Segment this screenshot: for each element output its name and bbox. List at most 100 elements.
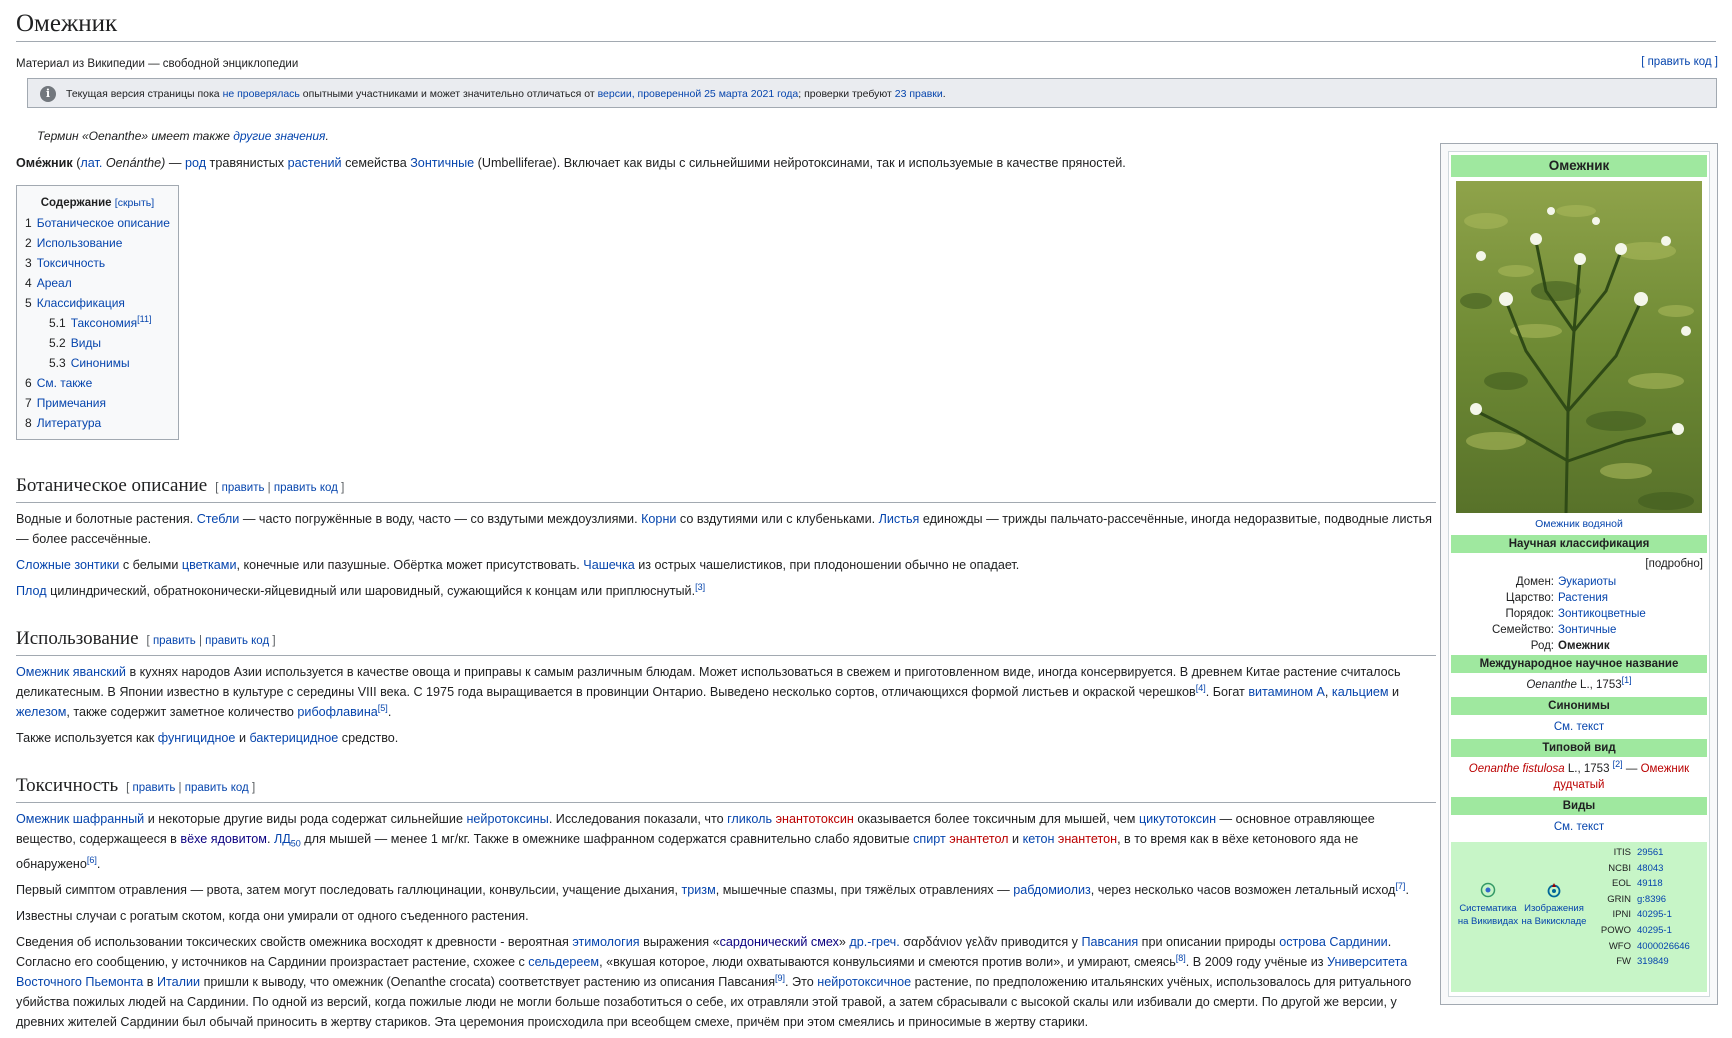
toc-item[interactable]: 5.1 Таксономия[11]: [25, 313, 170, 333]
link-rhabdomyolysis[interactable]: рабдомиолиз: [1013, 883, 1091, 897]
taxon-link[interactable]: Эукариоты: [1558, 574, 1707, 590]
wikispecies-label[interactable]: Систематика на Викивидах: [1458, 903, 1518, 927]
link-roots[interactable]: Корни: [641, 512, 676, 526]
wikispecies-project[interactable]: Систематика на Викивидах: [1453, 882, 1523, 928]
link-lat[interactable]: лат.: [80, 156, 102, 170]
footnote-ref[interactable]: [5]: [378, 703, 388, 713]
link-bactericide[interactable]: бактерицидное: [250, 731, 339, 745]
plant-photo[interactable]: [1456, 181, 1702, 513]
hatnote-link-other-meanings[interactable]: другие значения: [233, 129, 325, 143]
toc-item[interactable]: 5.2 Виды: [25, 333, 170, 353]
footnote-ref[interactable]: [9]: [775, 972, 785, 982]
edit-code-link[interactable]: править код: [205, 635, 269, 647]
toc-link[interactable]: Использование: [37, 236, 123, 250]
ld-text[interactable]: ЛД: [274, 832, 291, 846]
identifier-value[interactable]: 40295-1: [1637, 908, 1699, 924]
toc-item[interactable]: 3 Токсичность: [25, 253, 170, 273]
species-link[interactable]: См. текст: [1554, 821, 1604, 833]
edit-code-link[interactable]: править код: [274, 482, 338, 494]
identifier-value[interactable]: 49118: [1637, 877, 1699, 893]
photo-caption[interactable]: Омежник водяной: [1449, 516, 1709, 532]
link-fungicide[interactable]: фунгицидное: [158, 731, 236, 745]
link-sardinia[interactable]: острова Сардинии: [1279, 935, 1388, 949]
link-umbels[interactable]: Сложные зонтики: [16, 558, 119, 572]
toc-link[interactable]: Токсичность: [37, 256, 105, 270]
toc-item[interactable]: 6 См. также: [25, 373, 170, 393]
link-oenanthe-javanica[interactable]: Омежник яванский: [16, 665, 126, 679]
edit-link[interactable]: править: [222, 482, 265, 494]
edit-link[interactable]: править: [133, 782, 176, 794]
notice-link-unreviewed[interactable]: не проверялась: [223, 88, 300, 100]
synonyms-link[interactable]: См. текст: [1554, 721, 1604, 733]
link-ancient-greek[interactable]: др.-греч.: [849, 935, 899, 949]
ld-subscript[interactable]: 50: [291, 839, 301, 849]
redlink-oenanthotoxin[interactable]: энантотоксин: [776, 812, 854, 826]
identifier-value[interactable]: 48043: [1637, 862, 1699, 878]
edit-link[interactable]: править: [153, 635, 196, 647]
link-neurotoxins[interactable]: нейротоксины: [466, 812, 548, 826]
link-calyx[interactable]: Чашечка: [583, 558, 634, 572]
taxon-link[interactable]: Зонтичные: [1558, 622, 1707, 638]
identifier-value[interactable]: 29561: [1637, 846, 1699, 862]
link-apiaceae[interactable]: Зонтичные: [410, 156, 474, 170]
identifier-value[interactable]: 319849: [1637, 955, 1699, 971]
toc-link[interactable]: См. также: [37, 376, 93, 390]
toc-item[interactable]: 8 Литература: [25, 413, 170, 433]
link-glycol[interactable]: гликоль: [727, 812, 772, 826]
toc-item[interactable]: 4 Ареал: [25, 273, 170, 293]
link-pausanias[interactable]: Павсания: [1081, 935, 1138, 949]
link-vitamin-a[interactable]: витамином A: [1248, 685, 1325, 699]
link-alcohol[interactable]: спирт: [913, 832, 946, 846]
footnote-ref[interactable]: [2]: [1613, 759, 1623, 769]
toc-item[interactable]: 7 Примечания: [25, 393, 170, 413]
footnote-ref[interactable]: [7]: [1395, 880, 1405, 890]
toc-link[interactable]: Литература: [37, 416, 102, 430]
toc-item[interactable]: 2 Использование: [25, 233, 170, 253]
toc-footnote[interactable]: [11]: [137, 314, 151, 324]
link-cicuta-virosa[interactable]: вёхе ядовитом: [180, 832, 267, 846]
toc-toggle[interactable]: [скрыть]: [115, 197, 154, 209]
notice-link-version[interactable]: версии, проверенной 25 марта 2021 года: [598, 88, 799, 100]
footnote-ref[interactable]: [3]: [695, 582, 705, 592]
toc-link[interactable]: Синонимы: [71, 356, 130, 370]
edit-code-link[interactable]: править код: [185, 782, 249, 794]
identifier-value[interactable]: 4000026646: [1637, 940, 1699, 956]
commons-label[interactable]: Изображения на Викискладе: [1522, 903, 1587, 927]
details-link[interactable]: [подробно]: [1449, 554, 1709, 574]
toc-item[interactable]: 5.3 Синонимы: [25, 353, 170, 373]
type-species-latin[interactable]: Oenanthe fistulosa: [1469, 763, 1565, 775]
link-iron[interactable]: железом: [16, 705, 66, 719]
identifier-value[interactable]: g:8396: [1637, 893, 1699, 909]
link-sardonic-laughter[interactable]: сардонический смех: [720, 935, 839, 949]
notice-link-edits[interactable]: 23 правки: [895, 88, 943, 100]
taxon-link[interactable]: Зонтикоцветные: [1558, 606, 1707, 622]
link-fruit[interactable]: Плод: [16, 584, 47, 598]
redlink-oenanthetol[interactable]: энантетол: [949, 832, 1008, 846]
link-rod[interactable]: род: [185, 156, 206, 170]
link-stems[interactable]: Стебли: [197, 512, 240, 526]
link-oenanthe-crocata[interactable]: Омежник шафранный: [16, 812, 144, 826]
link-plants[interactable]: растений: [288, 156, 342, 170]
link-leaves[interactable]: Листья: [879, 512, 920, 526]
link-italy[interactable]: Италии: [157, 975, 200, 989]
link-etymology[interactable]: этимология: [572, 935, 639, 949]
toc-item[interactable]: 1 Ботаническое описание: [25, 213, 170, 233]
toc-link[interactable]: Примечания: [37, 396, 106, 410]
toc-link[interactable]: Ареал: [37, 276, 72, 290]
link-calcium[interactable]: кальцием: [1332, 685, 1389, 699]
footnote-ref[interactable]: [8]: [1176, 952, 1186, 962]
redlink-oenanthetone[interactable]: энантетон: [1058, 832, 1117, 846]
link-ketone[interactable]: кетон: [1023, 832, 1055, 846]
toc-item[interactable]: 5 Классификация: [25, 293, 170, 313]
toc-link[interactable]: Таксономия: [71, 316, 137, 330]
edit-code-link-text[interactable]: [ править код ]: [1641, 56, 1718, 68]
footnote-ref[interactable]: [6]: [87, 854, 97, 864]
identifier-value[interactable]: 40295-1: [1637, 924, 1699, 940]
link-neurotoxic[interactable]: нейротоксичное: [817, 975, 911, 989]
link-ld50[interactable]: ЛД50: [274, 832, 301, 849]
toc-link[interactable]: Виды: [71, 336, 101, 350]
footnote-ref[interactable]: [1]: [1622, 675, 1632, 685]
link-celery[interactable]: сельдереем: [528, 955, 599, 969]
link-trismus[interactable]: тризм: [681, 883, 715, 897]
taxon-link[interactable]: Растения: [1558, 590, 1707, 606]
